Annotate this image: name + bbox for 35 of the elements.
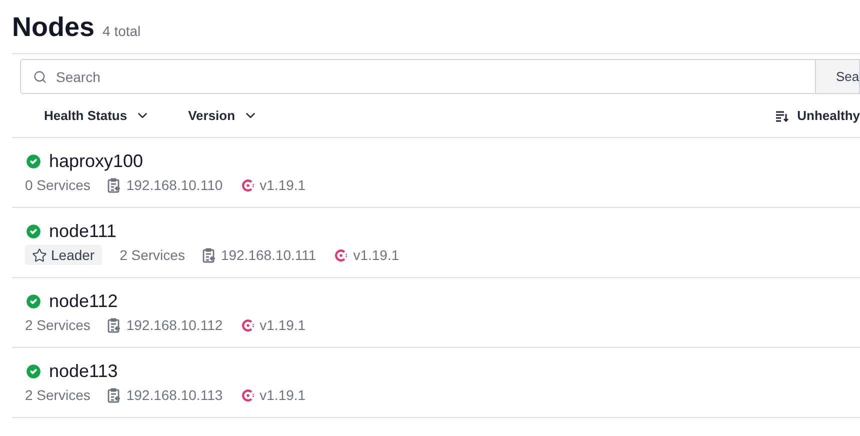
filter-dropdown[interactable]: Health Status [44, 106, 150, 126]
clipboard-icon [107, 318, 122, 332]
clipboard-icon [202, 248, 216, 262]
clipboard-icon [107, 388, 122, 402]
search-field[interactable]: Search [20, 59, 816, 94]
version-text: v1.19.1 [353, 246, 400, 265]
services-count: 2 Services [25, 316, 90, 335]
filter-dropdown[interactable]: Version [188, 106, 258, 126]
ip-address: 192.168.10.110 [126, 176, 223, 195]
star-icon [32, 248, 47, 262]
node-name-link[interactable]: haproxy100 [49, 148, 144, 174]
version-text: v1.19.1 [260, 316, 306, 335]
node-name-link[interactable]: node113 [49, 358, 118, 384]
leader-badge: Leader [25, 245, 102, 265]
logo-icon [240, 388, 256, 402]
sort-button[interactable]: Unhealthy [775, 106, 860, 126]
logo-icon [240, 178, 256, 192]
logo-icon [334, 248, 350, 262]
node-name-link[interactable]: node111 [49, 218, 116, 244]
ip-address: 192.168.10.111 [220, 246, 316, 265]
version-text: v1.19.1 [260, 176, 306, 195]
node-name-link[interactable]: node112 [49, 288, 118, 314]
logo-icon [240, 318, 256, 332]
version-text: v1.19.1 [260, 386, 306, 405]
sort-icon [775, 110, 790, 122]
search-icon [33, 70, 47, 84]
services-count: 2 Services [25, 386, 90, 405]
page-title: Nodes [12, 11, 95, 44]
ip-address: 192.168.10.112 [126, 316, 223, 335]
clipboard-icon [107, 178, 122, 192]
node-count: 4 total [102, 22, 141, 41]
ip-address: 192.168.10.113 [126, 386, 223, 405]
services-count: 0 Services [25, 176, 90, 195]
services-count: 2 Services [120, 246, 185, 265]
submit-button[interactable]: Sea [816, 59, 860, 94]
